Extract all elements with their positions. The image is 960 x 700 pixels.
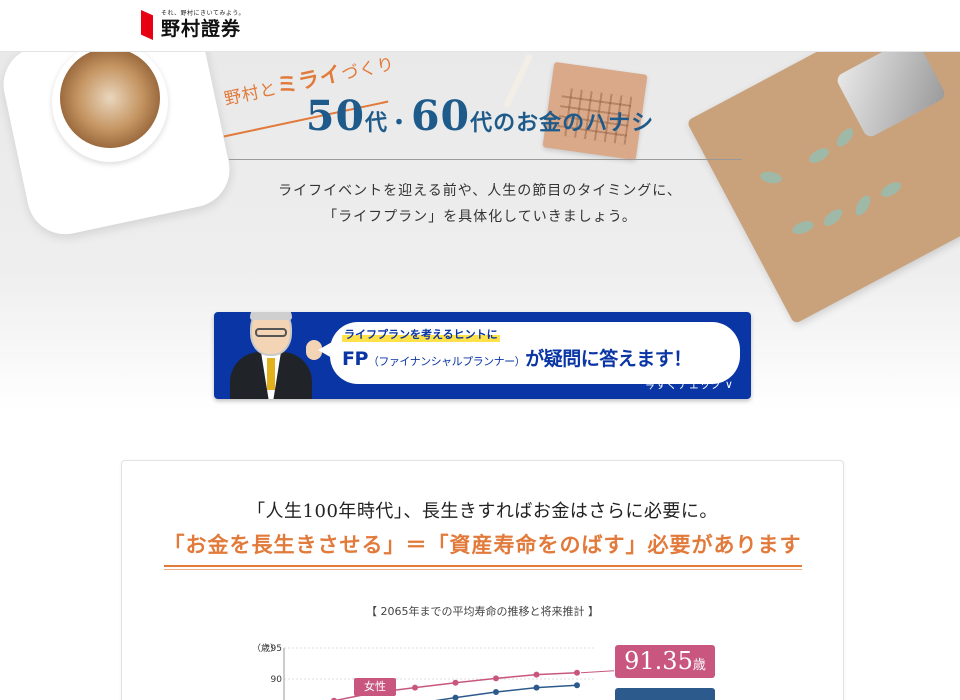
legend-female: 女性 bbox=[354, 678, 396, 696]
advisor-illustration bbox=[228, 312, 322, 399]
data-point bbox=[574, 669, 580, 676]
check-now-link[interactable]: 今すぐチェック ∨ bbox=[644, 376, 733, 392]
nomura-logo-mark bbox=[141, 10, 153, 40]
y-tick-label: 90 bbox=[271, 675, 283, 685]
title-divider bbox=[229, 159, 742, 160]
data-point bbox=[533, 684, 540, 691]
site-header: それ、野村にきいてみよう。 野村證券 bbox=[0, 0, 960, 52]
headline-underline bbox=[164, 565, 802, 567]
headline-underline-thin bbox=[164, 569, 802, 570]
data-point bbox=[452, 679, 459, 686]
life-expectancy-value-badge: 91.35歳 bbox=[615, 645, 715, 678]
page-title: 50代・60代のお金のハナシ bbox=[305, 92, 655, 140]
data-point bbox=[412, 684, 418, 691]
male-value-badge bbox=[615, 688, 715, 700]
data-point bbox=[574, 682, 580, 689]
nomura-logo[interactable]: それ、野村にきいてみよう。 野村證券 bbox=[141, 8, 245, 40]
data-point bbox=[493, 675, 499, 682]
fp-consult-banner[interactable]: ライフプランを考えるヒントに FP（ファイナンシャルプランナー）が疑問に答えます… bbox=[214, 312, 751, 399]
banner-main-text: FP（ファイナンシャルプランナー）が疑問に答えます！ bbox=[342, 348, 692, 370]
logo-tagline: それ、野村にきいてみよう。 bbox=[161, 10, 246, 17]
card-headline: 「お金を長生きさせる」＝「資産寿命をのばす」必要があります bbox=[163, 533, 802, 557]
banner-hint: ライフプランを考えるヒントに bbox=[342, 326, 500, 342]
hero-description: ライフイベントを迎える前や、人生の節目のタイミングに、 「ライフプラン」を具体化… bbox=[278, 183, 682, 225]
leader-line bbox=[580, 670, 615, 674]
data-point bbox=[533, 671, 540, 678]
card-lead-text: 「人生100年時代」、長生きすればお金はさらに必要に。 bbox=[247, 501, 718, 522]
chart-title: 【 2065年までの平均寿命の推移と将来推計 】 bbox=[366, 605, 599, 618]
logo-name: 野村證券 bbox=[161, 18, 242, 40]
y-tick-label: 95 bbox=[271, 644, 282, 654]
data-point bbox=[493, 689, 499, 696]
data-point bbox=[452, 694, 459, 700]
